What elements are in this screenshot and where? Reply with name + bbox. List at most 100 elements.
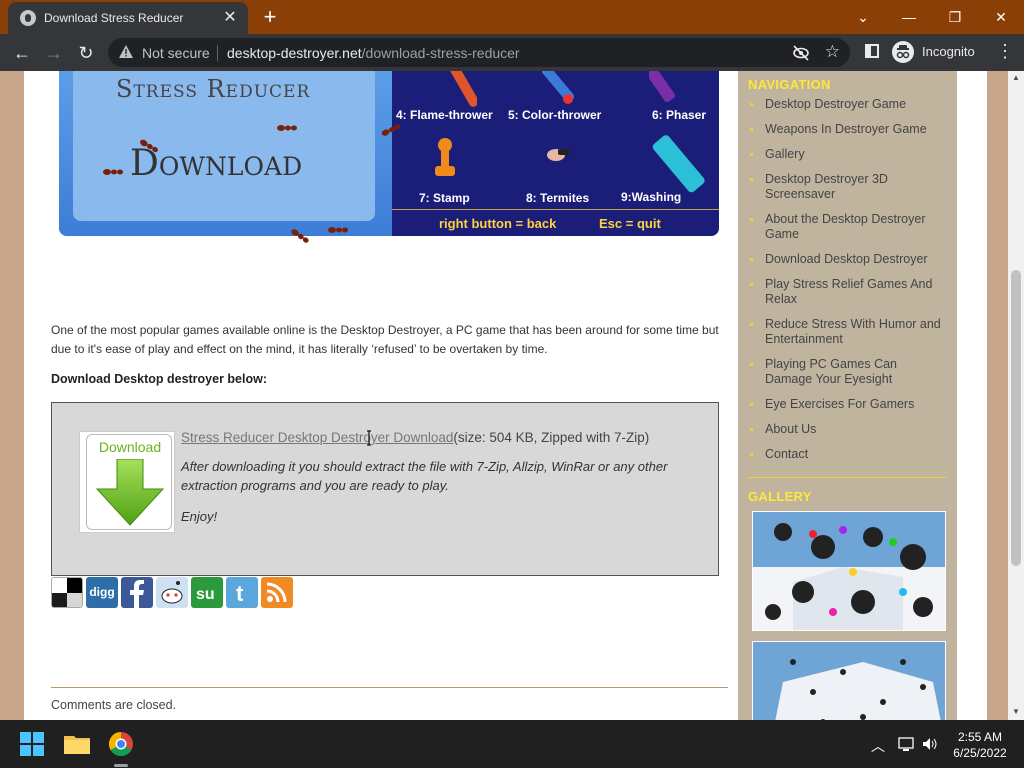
download-heading: Download Desktop destroyer below:	[51, 372, 268, 386]
weapon-label-flame: 4: Flame-thrower	[396, 108, 493, 122]
termites-icon	[547, 149, 570, 161]
svg-text:su: su	[196, 586, 215, 603]
incognito-label: Incognito	[922, 44, 975, 59]
browser-menu-icon[interactable]: ⋮	[996, 41, 1014, 62]
enjoy-text: Enjoy!	[181, 509, 218, 524]
reddit-icon	[161, 581, 183, 604]
bookmark-star-icon[interactable]: ☆	[825, 42, 840, 62]
nav-item-3d-screensaver[interactable]: Desktop Destroyer 3D Screensaver	[750, 172, 945, 202]
rss-icon	[266, 582, 287, 603]
nav-item-desktop-destroyer-game[interactable]: Desktop Destroyer Game	[750, 97, 945, 112]
nav-item-eyesight[interactable]: Playing PC Games Can Damage Your Eyesigh…	[750, 357, 945, 387]
download-image-label: Download	[98, 439, 162, 455]
weapon-label-washing: 9:Washing	[621, 190, 682, 204]
scroll-down-icon[interactable]: ▼	[1011, 707, 1021, 716]
nav-item-humor[interactable]: Reduce Stress With Humor and Entertainme…	[750, 317, 945, 347]
page-scrollbar[interactable]: ▲ ▼	[1008, 71, 1024, 720]
gallery-heading: GALLERY	[748, 489, 812, 504]
browser-toolbar: ← → ↻ Not secure desktop-destroyer.net/d…	[0, 34, 1024, 71]
not-secure-label[interactable]: Not secure	[142, 45, 210, 61]
tab-close-icon[interactable]: ✕	[220, 8, 240, 28]
weapon-label-color: 5: Color-thrower	[508, 108, 602, 122]
download-instructions: After downloading it you should extract …	[181, 459, 668, 493]
nav-item-eye-exercises[interactable]: Eye Exercises For Gamers	[750, 397, 945, 412]
nav-item-contact[interactable]: Contact	[750, 447, 945, 462]
tray-chevron-icon[interactable]: ︿	[871, 736, 885, 756]
ant-icon	[328, 227, 348, 233]
banner-hint-quit: Esc = quit	[599, 216, 661, 231]
game-banner-image: Stress Reducer Download 4: Flame-thrower…	[59, 71, 719, 236]
browser-titlebar: Download Stress Reducer ✕ + ⌄ — ❐ ✕	[0, 0, 1024, 34]
forward-button[interactable]: →	[41, 40, 67, 66]
nav-item-about-game[interactable]: About the Desktop Destroyer Game	[750, 212, 945, 242]
new-tab-button[interactable]: +	[258, 5, 282, 29]
weapon-label-termites: 8: Termites	[526, 191, 590, 205]
sidebar-divider	[748, 477, 946, 478]
clock-time: 2:55 AM	[957, 730, 1003, 744]
scroll-up-icon[interactable]: ▲	[1011, 73, 1021, 82]
gallery-thumbnail[interactable]	[752, 511, 946, 631]
file-explorer-icon[interactable]	[61, 728, 93, 760]
scrollbar-thumb[interactable]	[1011, 270, 1021, 566]
browser-tab[interactable]: Download Stress Reducer ✕	[8, 2, 248, 34]
nav-item-about-us[interactable]: About Us	[750, 422, 945, 437]
tab-search-icon[interactable]: ⌄	[840, 4, 886, 30]
banner-divider	[392, 209, 719, 210]
delicious-share-button[interactable]	[51, 577, 83, 608]
tab-favicon-icon	[20, 10, 36, 26]
back-button[interactable]: ←	[9, 40, 35, 66]
weapon-label-stamp: 7: Stamp	[419, 191, 470, 205]
rss-feed-button[interactable]	[261, 577, 293, 608]
volume-icon[interactable]	[921, 736, 939, 752]
twitter-share-button[interactable]: t	[226, 577, 258, 608]
windows-taskbar: ︿ 2:55 AM 6/25/2022	[0, 720, 1024, 768]
flamethrower-icon	[449, 71, 477, 107]
nav-item-download[interactable]: Download Desktop Destroyer	[750, 252, 945, 267]
tracking-eye-off-icon[interactable]	[792, 44, 810, 62]
maximize-button[interactable]: ❐	[932, 4, 978, 30]
nav-item-stress-relief[interactable]: Play Stress Relief Games And Relax	[750, 277, 945, 307]
weapon-label-phaser: 6: Phaser	[652, 108, 707, 122]
banner-hint-back: right button = back	[439, 216, 557, 231]
reddit-share-button[interactable]	[156, 577, 188, 608]
banner-title: Stress Reducer	[116, 75, 311, 103]
ant-icon	[277, 125, 297, 131]
chrome-icon[interactable]	[105, 728, 137, 760]
windows-start-icon[interactable]	[16, 728, 48, 760]
stumbleupon-icon: su	[196, 586, 215, 603]
download-image-frame: Download	[86, 434, 172, 530]
nav-item-gallery[interactable]: Gallery	[750, 147, 945, 162]
gallery-thumbnail[interactable]	[752, 641, 946, 720]
system-clock[interactable]: 2:55 AM 6/25/2022	[945, 729, 1015, 761]
url-host: desktop-destroyer.net	[227, 45, 362, 61]
navigation-heading: NAVIGATION	[748, 77, 831, 92]
warning-icon[interactable]	[118, 44, 134, 60]
facebook-icon	[130, 580, 144, 608]
banner-left-panel: Stress Reducer Download	[59, 71, 392, 236]
url-path: /download-stress-reducer	[361, 45, 520, 61]
reload-button[interactable]: ↻	[73, 40, 99, 66]
ant-icon	[103, 169, 123, 175]
network-icon[interactable]	[898, 736, 916, 752]
chrome-active-indicator	[114, 764, 128, 767]
side-panel-icon[interactable]	[865, 44, 879, 58]
url-text[interactable]: desktop-destroyer.net/download-stress-re…	[227, 45, 520, 61]
download-link[interactable]: Stress Reducer Desktop Destroyer Downloa…	[181, 430, 453, 445]
address-bar[interactable]: Not secure desktop-destroyer.net/downloa…	[108, 38, 850, 67]
stumbleupon-share-button[interactable]: su	[191, 577, 223, 608]
web-page: Stress Reducer Download 4: Flame-thrower…	[0, 71, 1008, 720]
minimize-button[interactable]: —	[886, 4, 932, 30]
color-thrower-icon	[542, 71, 575, 104]
digg-share-button[interactable]: digg	[86, 577, 118, 608]
facebook-share-button[interactable]	[121, 577, 153, 608]
nav-item-weapons[interactable]: Weapons In Destroyer Game	[750, 122, 945, 137]
intro-paragraph: One of the most popular games available …	[51, 323, 719, 356]
svg-text:t: t	[236, 581, 244, 606]
comments-closed-text: Comments are closed.	[51, 698, 177, 712]
phaser-icon	[649, 71, 676, 103]
download-line: Stress Reducer Desktop Destroyer Downloa…	[181, 430, 649, 445]
download-meta: (size: 504 KB, Zipped with 7-Zip)	[453, 430, 650, 445]
close-window-button[interactable]: ✕	[978, 4, 1024, 30]
incognito-icon	[892, 41, 914, 63]
download-image[interactable]: Download	[79, 431, 175, 533]
